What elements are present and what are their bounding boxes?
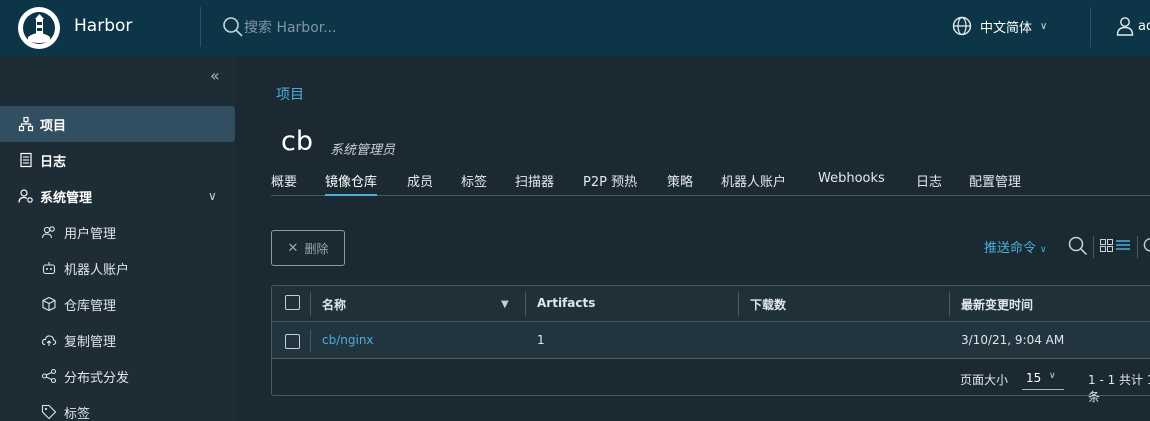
table-row[interactable]: cb/nginx 1 3/10/21, 9:04 AM <box>272 322 1150 359</box>
sidebar-item-robot-accounts[interactable]: 机器人账户 <box>0 250 129 286</box>
toolbar-divider <box>1093 236 1094 258</box>
pagination-summary: 1 - 1 共计 1 条 <box>1088 373 1150 404</box>
project-tabs: 概要 镜像仓库 成员 标签 扫描器 P2P 预热 策略 机器人账户 Webhoo… <box>271 168 1150 196</box>
tab-logs[interactable]: 日志 <box>916 171 942 196</box>
collapse-sidebar-icon[interactable]: « <box>210 66 220 85</box>
users-icon <box>41 226 55 239</box>
sidebar-item-label: 日志 <box>40 154 67 170</box>
admin-icon <box>18 189 33 203</box>
repository-table: 名称 ▼ Artifacts 下载数 最新变更时间 cb/nginx 1 3/1… <box>271 285 1150 404</box>
header-divider <box>200 7 201 47</box>
tab-labels[interactable]: 标签 <box>461 171 487 196</box>
globe-icon <box>952 16 972 36</box>
header-divider <box>1090 7 1091 47</box>
push-command-label: 推送命令 <box>984 241 1037 256</box>
filter-icon[interactable]: ▼ <box>501 299 509 310</box>
sidebar-item-label: 标签 <box>64 406 91 421</box>
update-time: 3/10/21, 9:04 AM <box>961 333 1065 347</box>
global-search[interactable]: 搜索 Harbor... <box>222 16 337 38</box>
project-role: 系统管理员 <box>330 143 396 158</box>
user-name: ad <box>1138 18 1150 34</box>
tab-members[interactable]: 成员 <box>407 171 433 196</box>
sidebar-item-replications[interactable]: 复制管理 <box>0 322 116 358</box>
replication-icon <box>41 335 57 346</box>
column-divider <box>738 292 739 316</box>
repository-link[interactable]: cb/nginx <box>322 333 374 347</box>
column-header-pulls[interactable]: 下载数 <box>750 296 786 313</box>
search-input[interactable]: 搜索 Harbor... <box>244 17 337 37</box>
delete-label: 删除 <box>304 241 329 256</box>
column-divider <box>310 330 311 352</box>
tab-robot-accounts[interactable]: 机器人账户 <box>721 171 786 196</box>
logs-icon <box>20 152 32 168</box>
sidebar-item-label: 分布式分发 <box>64 370 130 386</box>
main-content: 项目 cb 系统管理员 概要 镜像仓库 成员 标签 扫描器 P2P 预热 策略 … <box>235 56 1150 421</box>
sidebar-item-admin[interactable]: 系统管理 <box>0 178 92 214</box>
chevron-down-icon: ∨ <box>1040 20 1048 32</box>
view-toggle-icon[interactable] <box>1100 239 1132 253</box>
sidebar-item-distribution[interactable]: 分布式分发 <box>0 358 129 394</box>
tab-repositories[interactable]: 镜像仓库 <box>325 171 378 196</box>
tab-summary[interactable]: 概要 <box>271 171 297 196</box>
language-label: 中文简体 <box>980 20 1033 36</box>
page-size-select[interactable]: 15 ∨ <box>1022 364 1064 390</box>
tab-scanner[interactable]: 扫描器 <box>515 171 554 196</box>
column-divider <box>310 292 311 316</box>
close-icon: ✕ <box>287 240 299 256</box>
user-icon <box>1116 17 1134 36</box>
search-icon <box>223 17 243 37</box>
tab-webhooks[interactable]: Webhooks <box>818 171 885 196</box>
projects-icon <box>18 116 34 132</box>
tab-policy[interactable]: 策略 <box>667 171 693 196</box>
select-all-checkbox[interactable] <box>285 295 300 310</box>
sidebar-item-label: 系统管理 <box>40 190 93 206</box>
user-menu[interactable]: ad <box>1116 16 1150 36</box>
page-size-value: 15 <box>1026 371 1042 385</box>
sidebar-item-label: 项目 <box>40 118 67 134</box>
harbor-logo[interactable] <box>18 7 60 49</box>
tab-p2p-preheat[interactable]: P2P 预热 <box>583 171 637 196</box>
chevron-down-icon: ∨ <box>1040 245 1047 255</box>
brand-name: Harbor <box>74 16 133 36</box>
share-icon <box>41 368 57 384</box>
chevron-down-icon: ∨ <box>1049 371 1056 381</box>
push-command-dropdown[interactable]: 推送命令 ∨ <box>984 237 1047 256</box>
sidebar: « 项目 日志 系统管理 ∨ 用户管理 机器人账户 仓库管理 复制管理 分布式分… <box>0 56 235 421</box>
page-size-label: 页面大小 <box>960 373 1009 387</box>
breadcrumb[interactable]: 项目 <box>276 84 304 104</box>
registry-icon <box>42 296 56 312</box>
sidebar-item-labels[interactable]: 标签 <box>0 394 90 421</box>
refresh-icon[interactable] <box>1143 238 1150 254</box>
robot-icon <box>42 262 56 275</box>
column-header-artifacts[interactable]: Artifacts <box>537 296 595 310</box>
table-header: 名称 ▼ Artifacts 下载数 最新变更时间 <box>272 286 1150 322</box>
chevron-down-icon[interactable]: ∨ <box>208 189 217 203</box>
delete-button[interactable]: ✕ 删除 <box>271 230 345 266</box>
sidebar-item-registries[interactable]: 仓库管理 <box>0 286 116 322</box>
toolbar-divider <box>1137 236 1138 258</box>
column-divider <box>949 292 950 316</box>
tab-configuration[interactable]: 配置管理 <box>969 171 1021 196</box>
artifact-count: 1 <box>537 333 545 347</box>
language-selector[interactable]: 中文简体 ∨ <box>952 16 1047 36</box>
search-icon[interactable] <box>1068 236 1088 256</box>
column-divider <box>525 292 526 316</box>
column-header-update-time[interactable]: 最新变更时间 <box>961 296 1033 313</box>
sidebar-item-label: 用户管理 <box>64 226 117 242</box>
page-title: cb <box>281 126 313 157</box>
sidebar-item-label: 复制管理 <box>64 334 117 350</box>
sidebar-item-logs[interactable]: 日志 <box>0 142 66 178</box>
top-header: Harbor 搜索 Harbor... 中文简体 ∨ ad <box>0 0 1150 56</box>
sidebar-item-label: 机器人账户 <box>64 262 130 278</box>
tag-icon <box>41 404 57 420</box>
sidebar-item-projects[interactable]: 项目 <box>0 106 235 142</box>
column-header-name[interactable]: 名称 <box>322 296 346 313</box>
row-checkbox[interactable] <box>285 334 300 349</box>
sidebar-item-label: 仓库管理 <box>64 298 117 314</box>
sidebar-item-users[interactable]: 用户管理 <box>0 214 116 250</box>
